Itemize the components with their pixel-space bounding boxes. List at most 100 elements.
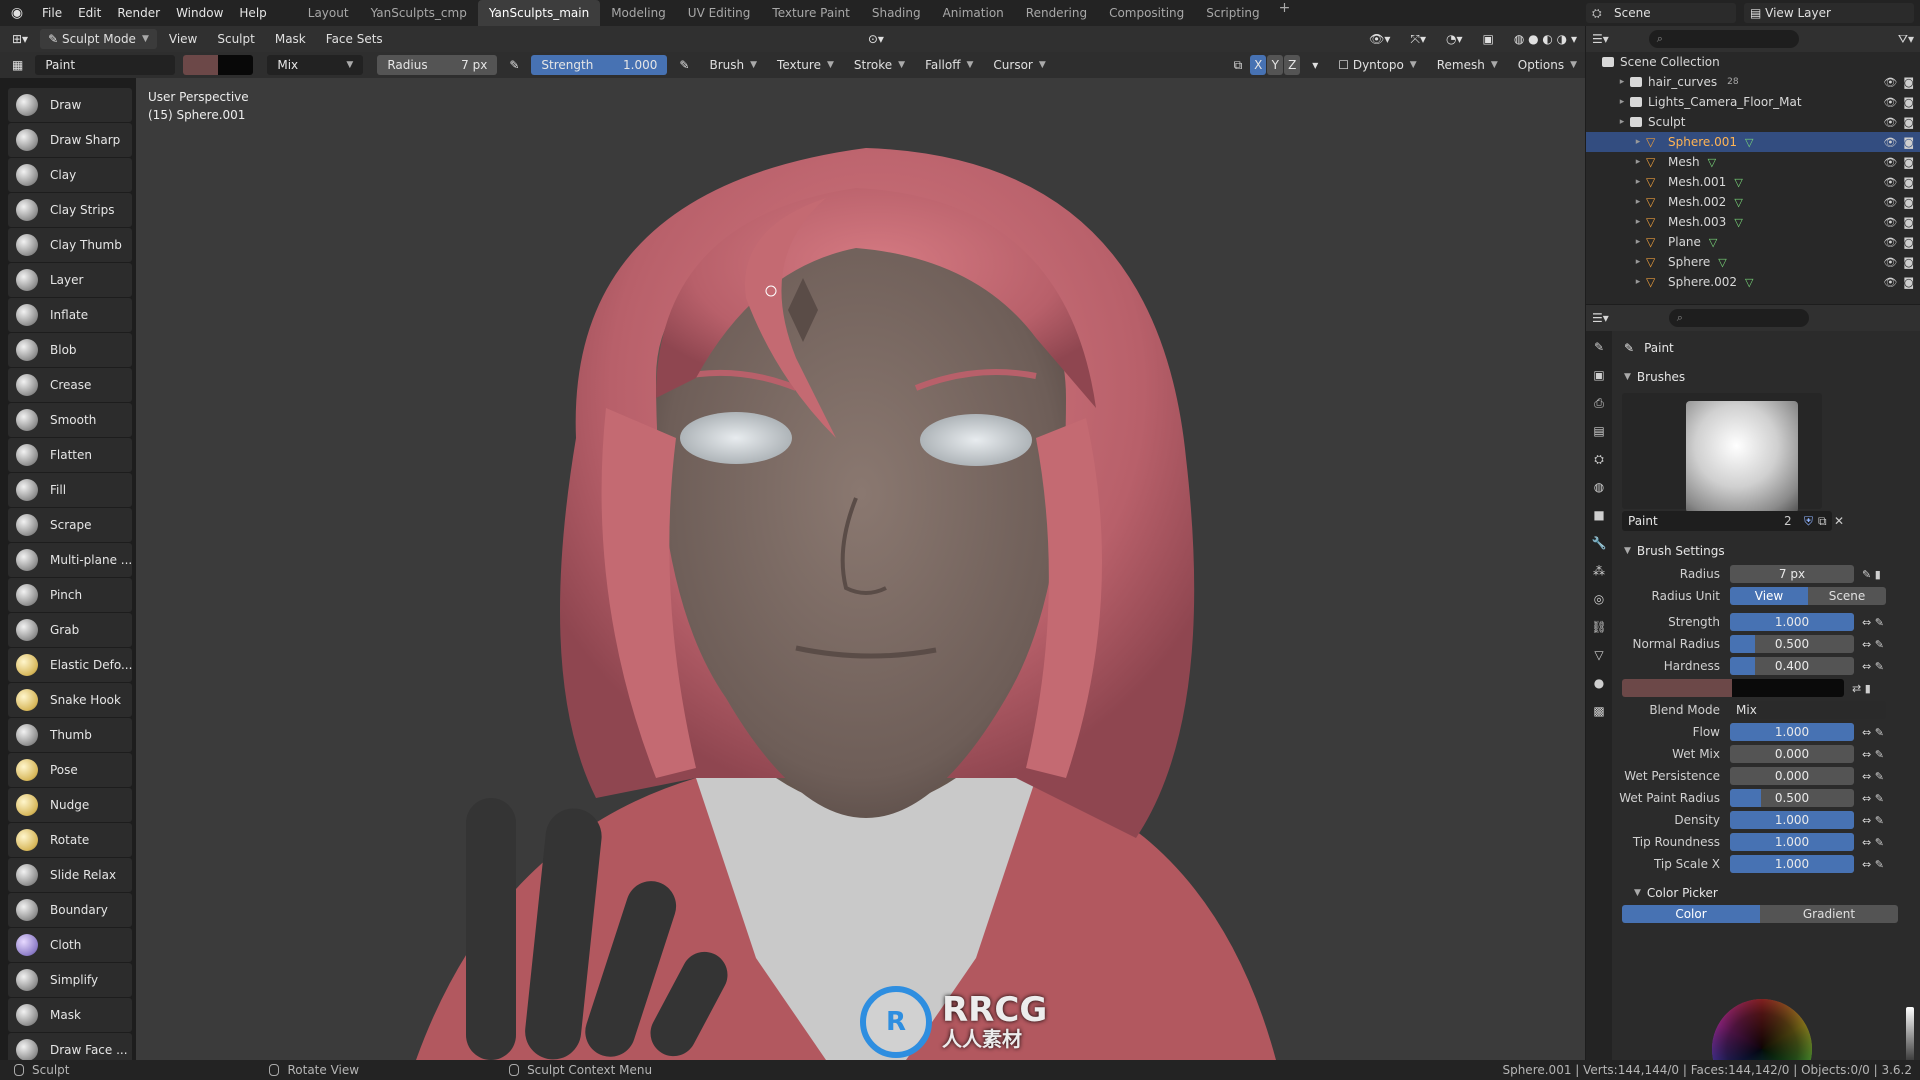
primary-color-swatch[interactable] bbox=[183, 55, 219, 75]
tab-layout[interactable]: Layout bbox=[297, 0, 360, 26]
expand-arrow-icon[interactable]: ▸ bbox=[1630, 277, 1646, 287]
tool-clay-thumb[interactable]: Clay Thumb bbox=[8, 228, 132, 262]
tool-slide-relax[interactable]: Slide Relax bbox=[8, 858, 132, 892]
outliner-row[interactable]: ▸ Lights_Camera_Floor_Mat 👁 ◙ bbox=[1586, 92, 1920, 112]
expand-arrow-icon[interactable]: ▸ bbox=[1630, 217, 1646, 227]
menu-face-sets[interactable]: Face Sets bbox=[318, 29, 391, 49]
secondary-color-swatch[interactable] bbox=[1732, 679, 1844, 697]
mode-selector[interactable]: ✎ Sculpt Mode ▼ bbox=[40, 29, 157, 49]
tool-smooth[interactable]: Smooth bbox=[8, 403, 132, 437]
wet-persistence-slider[interactable]: 0.000 bbox=[1730, 767, 1854, 785]
outliner-row[interactable]: ▸ ▽ Sphere.001 ▽ 👁 ◙ bbox=[1586, 132, 1920, 152]
tab-scripting[interactable]: Scripting bbox=[1195, 0, 1270, 26]
tool-layer[interactable]: Layer bbox=[8, 263, 132, 297]
pressure-strength-icon[interactable]: ✎ bbox=[671, 55, 697, 75]
pressure-icon[interactable]: ⇔ ✎ bbox=[1862, 660, 1884, 673]
properties-search-input[interactable]: ⌕ bbox=[1668, 309, 1809, 327]
menu-sculpt[interactable]: Sculpt bbox=[209, 29, 262, 49]
outliner-row[interactable]: ▸ ▽ Sphere.002 ▽ 👁 ◙ bbox=[1586, 272, 1920, 292]
brush-settings-panel-header[interactable]: ▼ Brush Settings bbox=[1614, 539, 1920, 563]
xray-icon[interactable]: ▣ bbox=[1474, 29, 1501, 49]
gizmo-icon[interactable]: ⤧▾ bbox=[1402, 29, 1434, 49]
remesh-dropdown[interactable]: Remesh ▼ bbox=[1429, 55, 1506, 75]
axis-z-toggle[interactable]: Z bbox=[1284, 55, 1301, 75]
tab-uv-editing[interactable]: UV Editing bbox=[677, 0, 762, 26]
world-tab-icon[interactable]: ◍ bbox=[1586, 475, 1612, 499]
expand-arrow-icon[interactable]: ▸ bbox=[1630, 237, 1646, 247]
camera-icon[interactable]: ◙ bbox=[1903, 176, 1914, 189]
stroke-dropdown[interactable]: Stroke ▼ bbox=[846, 55, 913, 75]
menu-edit[interactable]: Edit bbox=[70, 0, 109, 26]
new-brush-icon[interactable]: ⧉ bbox=[1818, 514, 1827, 529]
normal-radius-slider[interactable]: 0.500 bbox=[1730, 635, 1854, 653]
outliner-row[interactable]: ▸ ▽ Sphere ▽ 👁 ◙ bbox=[1586, 252, 1920, 272]
tool-elastic-defo[interactable]: Elastic Defo... bbox=[8, 648, 132, 682]
expand-arrow-icon[interactable]: ▸ bbox=[1614, 97, 1630, 107]
expand-arrow-icon[interactable]: ▸ bbox=[1630, 157, 1646, 167]
texture-dropdown[interactable]: Texture ▼ bbox=[769, 55, 842, 75]
camera-icon[interactable]: ◙ bbox=[1903, 76, 1914, 89]
tool-scrape[interactable]: Scrape bbox=[8, 508, 132, 542]
tab-shading[interactable]: Shading bbox=[861, 0, 932, 26]
symmetry-icon[interactable]: ⧉ bbox=[1226, 55, 1251, 75]
tool-rotate[interactable]: Rotate bbox=[8, 823, 132, 857]
eye-icon[interactable]: 👁 bbox=[1883, 216, 1897, 229]
particles-tab-icon[interactable]: ⁂ bbox=[1586, 559, 1612, 583]
pressure-radius-icon[interactable]: ✎ bbox=[501, 55, 527, 75]
physics-tab-icon[interactable]: ◎ bbox=[1586, 587, 1612, 611]
texture-tab-icon[interactable]: ▩ bbox=[1586, 699, 1612, 723]
camera-icon[interactable]: ◙ bbox=[1903, 96, 1914, 109]
brush-icon[interactable]: ▦ bbox=[4, 55, 31, 75]
chevron-down-icon[interactable]: ▾ bbox=[1304, 55, 1326, 75]
tool-crease[interactable]: Crease bbox=[8, 368, 132, 402]
tool-simplify[interactable]: Simplify bbox=[8, 963, 132, 997]
tool-mask[interactable]: Mask bbox=[8, 998, 132, 1032]
expand-arrow-icon[interactable]: ▸ bbox=[1630, 137, 1646, 147]
eye-icon[interactable]: 👁 bbox=[1883, 156, 1897, 169]
pressure-icon[interactable]: ⇔ ✎ bbox=[1862, 748, 1884, 761]
outliner-row[interactable]: ▸ ▽ Plane ▽ 👁 ◙ bbox=[1586, 232, 1920, 252]
overlays-icon[interactable]: ◔▾ bbox=[1438, 29, 1471, 49]
menu-render[interactable]: Render bbox=[109, 0, 168, 26]
menu-view[interactable]: View bbox=[161, 29, 205, 49]
eye-icon[interactable]: 👁 bbox=[1883, 236, 1897, 249]
primary-color-swatch[interactable] bbox=[1622, 679, 1732, 697]
axis-y-toggle[interactable]: Y bbox=[1267, 55, 1284, 75]
eye-icon[interactable]: 👁 bbox=[1883, 76, 1897, 89]
brushes-panel-header[interactable]: ▼ Brushes bbox=[1614, 365, 1920, 389]
view-layer-selector[interactable]: ▤ View Layer bbox=[1744, 3, 1914, 23]
gradient-tab[interactable]: Gradient bbox=[1760, 905, 1898, 923]
tool-cloth[interactable]: Cloth bbox=[8, 928, 132, 962]
eye-icon[interactable]: 👁 bbox=[1883, 196, 1897, 209]
tool-nudge[interactable]: Nudge bbox=[8, 788, 132, 822]
camera-icon[interactable]: ◙ bbox=[1903, 256, 1914, 269]
pressure-icon[interactable]: ⇔ ✎ bbox=[1862, 638, 1884, 651]
render-tab-icon[interactable]: ▣ bbox=[1586, 363, 1612, 387]
axis-x-toggle[interactable]: X bbox=[1250, 55, 1267, 75]
camera-icon[interactable]: ◙ bbox=[1903, 216, 1914, 229]
tool-inflate[interactable]: Inflate bbox=[8, 298, 132, 332]
cursor-dropdown[interactable]: Cursor ▼ bbox=[985, 55, 1053, 75]
pressure-icon[interactable]: ⇔ ✎ bbox=[1862, 616, 1884, 629]
tab-animation[interactable]: Animation bbox=[932, 0, 1015, 26]
blend-mode-select[interactable]: Mix bbox=[1730, 701, 1886, 719]
tab-yansculpts-cmp[interactable]: YanSculpts_cmp bbox=[360, 0, 478, 26]
modifier-tab-icon[interactable]: 🔧 bbox=[1586, 531, 1612, 555]
menu-mask[interactable]: Mask bbox=[267, 29, 314, 49]
tab-rendering[interactable]: Rendering bbox=[1015, 0, 1098, 26]
visibility-icon[interactable]: 👁▾ bbox=[1361, 29, 1398, 49]
menu-help[interactable]: Help bbox=[231, 0, 274, 26]
editor-type-icon[interactable]: ⊞▾ bbox=[4, 29, 36, 49]
transform-pivot-icon[interactable]: ⊙▾ bbox=[860, 29, 892, 49]
tab-texture-paint[interactable]: Texture Paint bbox=[761, 0, 860, 26]
camera-icon[interactable]: ◙ bbox=[1903, 236, 1914, 249]
object-tab-icon[interactable]: ■ bbox=[1586, 503, 1612, 527]
view-layer-tab-icon[interactable]: ▤ bbox=[1586, 419, 1612, 443]
menu-window[interactable]: Window bbox=[168, 0, 231, 26]
3d-viewport[interactable]: User Perspective (15) Sphere.001 bbox=[136, 78, 1585, 1060]
swap-colors-icon[interactable]: ⇄ ▮ bbox=[1852, 682, 1871, 695]
strength-slider[interactable]: 1.000 bbox=[1730, 613, 1854, 631]
pressure-icon[interactable]: ⇔ ✎ bbox=[1862, 814, 1884, 827]
expand-arrow-icon[interactable]: ▸ bbox=[1614, 117, 1630, 127]
radius-unit-view[interactable]: View bbox=[1730, 587, 1808, 605]
